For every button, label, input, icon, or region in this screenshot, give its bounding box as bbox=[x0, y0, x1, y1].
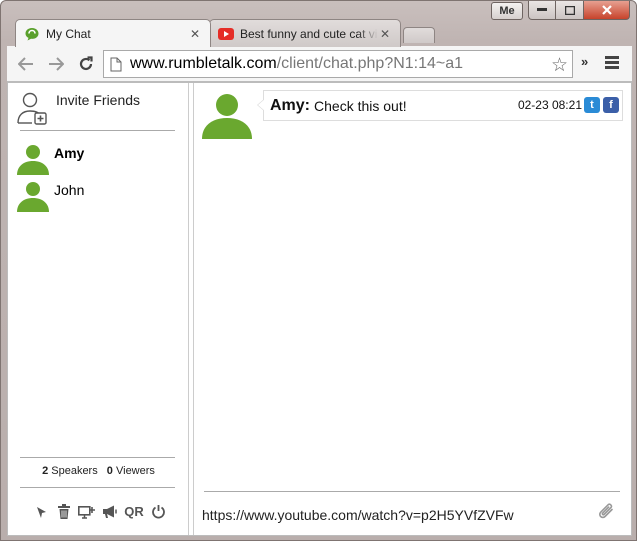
avatar bbox=[202, 94, 252, 139]
url-host: www.rumbletalk.com bbox=[130, 55, 277, 72]
input-divider bbox=[204, 491, 620, 492]
youtube-favicon-icon bbox=[218, 27, 234, 40]
close-icon bbox=[601, 5, 612, 15]
back-button[interactable] bbox=[13, 51, 39, 77]
page-icon bbox=[110, 57, 122, 71]
add-user-icon bbox=[17, 92, 47, 125]
menu-hamburger-icon[interactable] bbox=[605, 56, 619, 71]
tab-close-button[interactable]: ✕ bbox=[188, 27, 202, 41]
user-name: John bbox=[54, 182, 85, 198]
tab-title: Best funny and cute cat vi bbox=[240, 26, 378, 41]
sidebar-tools: QR bbox=[32, 503, 167, 520]
message-timestamp: 02-23 08:21 bbox=[517, 98, 582, 112]
window-controls bbox=[528, 1, 630, 21]
sidebar-divider bbox=[20, 487, 175, 488]
tab-my-chat[interactable]: My Chat ✕ bbox=[15, 19, 211, 47]
message-author: Amy: bbox=[270, 96, 311, 114]
room-stats: 2 Speakers 0 Viewers bbox=[8, 465, 189, 477]
arrow-right-icon bbox=[49, 56, 64, 71]
sidebar-divider bbox=[20, 457, 175, 458]
profile-button[interactable]: Me bbox=[491, 2, 523, 20]
avatar bbox=[17, 145, 49, 175]
chat-message: Amy: Check this out! 02-23 08:21 t f bbox=[257, 90, 623, 121]
paperclip-icon[interactable] bbox=[597, 503, 615, 526]
tab-title: My Chat bbox=[46, 26, 91, 41]
address-bar[interactable]: www.rumbletalk.com/client/chat.php?N1:14… bbox=[103, 50, 573, 78]
browser-toolbar: www.rumbletalk.com/client/chat.php?N1:14… bbox=[7, 46, 632, 82]
trash-icon[interactable] bbox=[55, 503, 72, 520]
speakers-label: Speakers bbox=[51, 465, 98, 477]
user-list-item[interactable]: John bbox=[16, 180, 84, 212]
speakers-count: 2 bbox=[42, 465, 49, 477]
pin-icon[interactable] bbox=[32, 503, 49, 520]
qr-code-button[interactable]: QR bbox=[124, 503, 144, 520]
url-path: /client/chat.php?N1:14~a1 bbox=[276, 55, 464, 72]
screen-share-icon[interactable] bbox=[78, 503, 95, 520]
new-tab-button[interactable] bbox=[403, 27, 435, 43]
invite-friends-label: Invite Friends bbox=[56, 92, 141, 108]
facebook-share-icon[interactable]: f bbox=[603, 97, 619, 113]
minimize-icon bbox=[537, 8, 547, 11]
rumbletalk-favicon-icon bbox=[25, 27, 39, 40]
url-text: www.rumbletalk.com/client/chat.php?N1:14… bbox=[130, 55, 463, 73]
arrow-left-icon bbox=[18, 56, 33, 71]
avatar bbox=[17, 182, 49, 212]
maximize-icon bbox=[564, 5, 575, 15]
reload-icon bbox=[79, 55, 93, 70]
minimize-button[interactable] bbox=[528, 1, 556, 20]
sidebar-divider bbox=[20, 130, 175, 131]
browser-window: Me My Chat ✕ Best funny and cute cat vi … bbox=[0, 0, 637, 541]
tab-close-button[interactable]: ✕ bbox=[378, 27, 392, 41]
user-name: Amy bbox=[54, 145, 85, 161]
megaphone-icon[interactable] bbox=[101, 503, 118, 520]
tab-youtube[interactable]: Best funny and cute cat vi ✕ bbox=[209, 19, 401, 47]
users-sidebar: Invite Friends Amy John 2 Speakers 0 Vie… bbox=[8, 83, 189, 535]
maximize-button[interactable] bbox=[556, 1, 584, 20]
close-window-button[interactable] bbox=[584, 1, 630, 20]
forward-button[interactable] bbox=[43, 51, 69, 77]
panel-divider bbox=[193, 83, 194, 535]
user-list-item[interactable]: Amy bbox=[16, 143, 84, 175]
chat-page: Invite Friends Amy John 2 Speakers 0 Vie… bbox=[7, 82, 632, 536]
message-text: Check this out! bbox=[314, 97, 407, 114]
invite-friends-button[interactable]: Invite Friends bbox=[16, 91, 140, 125]
viewers-count: 0 bbox=[106, 465, 113, 477]
viewers-label: Viewers bbox=[115, 465, 155, 477]
power-icon[interactable] bbox=[150, 503, 167, 520]
chat-message-input[interactable] bbox=[202, 505, 592, 525]
reload-button[interactable] bbox=[73, 51, 99, 77]
extensions-overflow-button[interactable]: » bbox=[581, 54, 588, 69]
bookmark-star-icon[interactable]: ☆ bbox=[551, 54, 568, 77]
twitter-share-icon[interactable]: t bbox=[584, 97, 600, 113]
